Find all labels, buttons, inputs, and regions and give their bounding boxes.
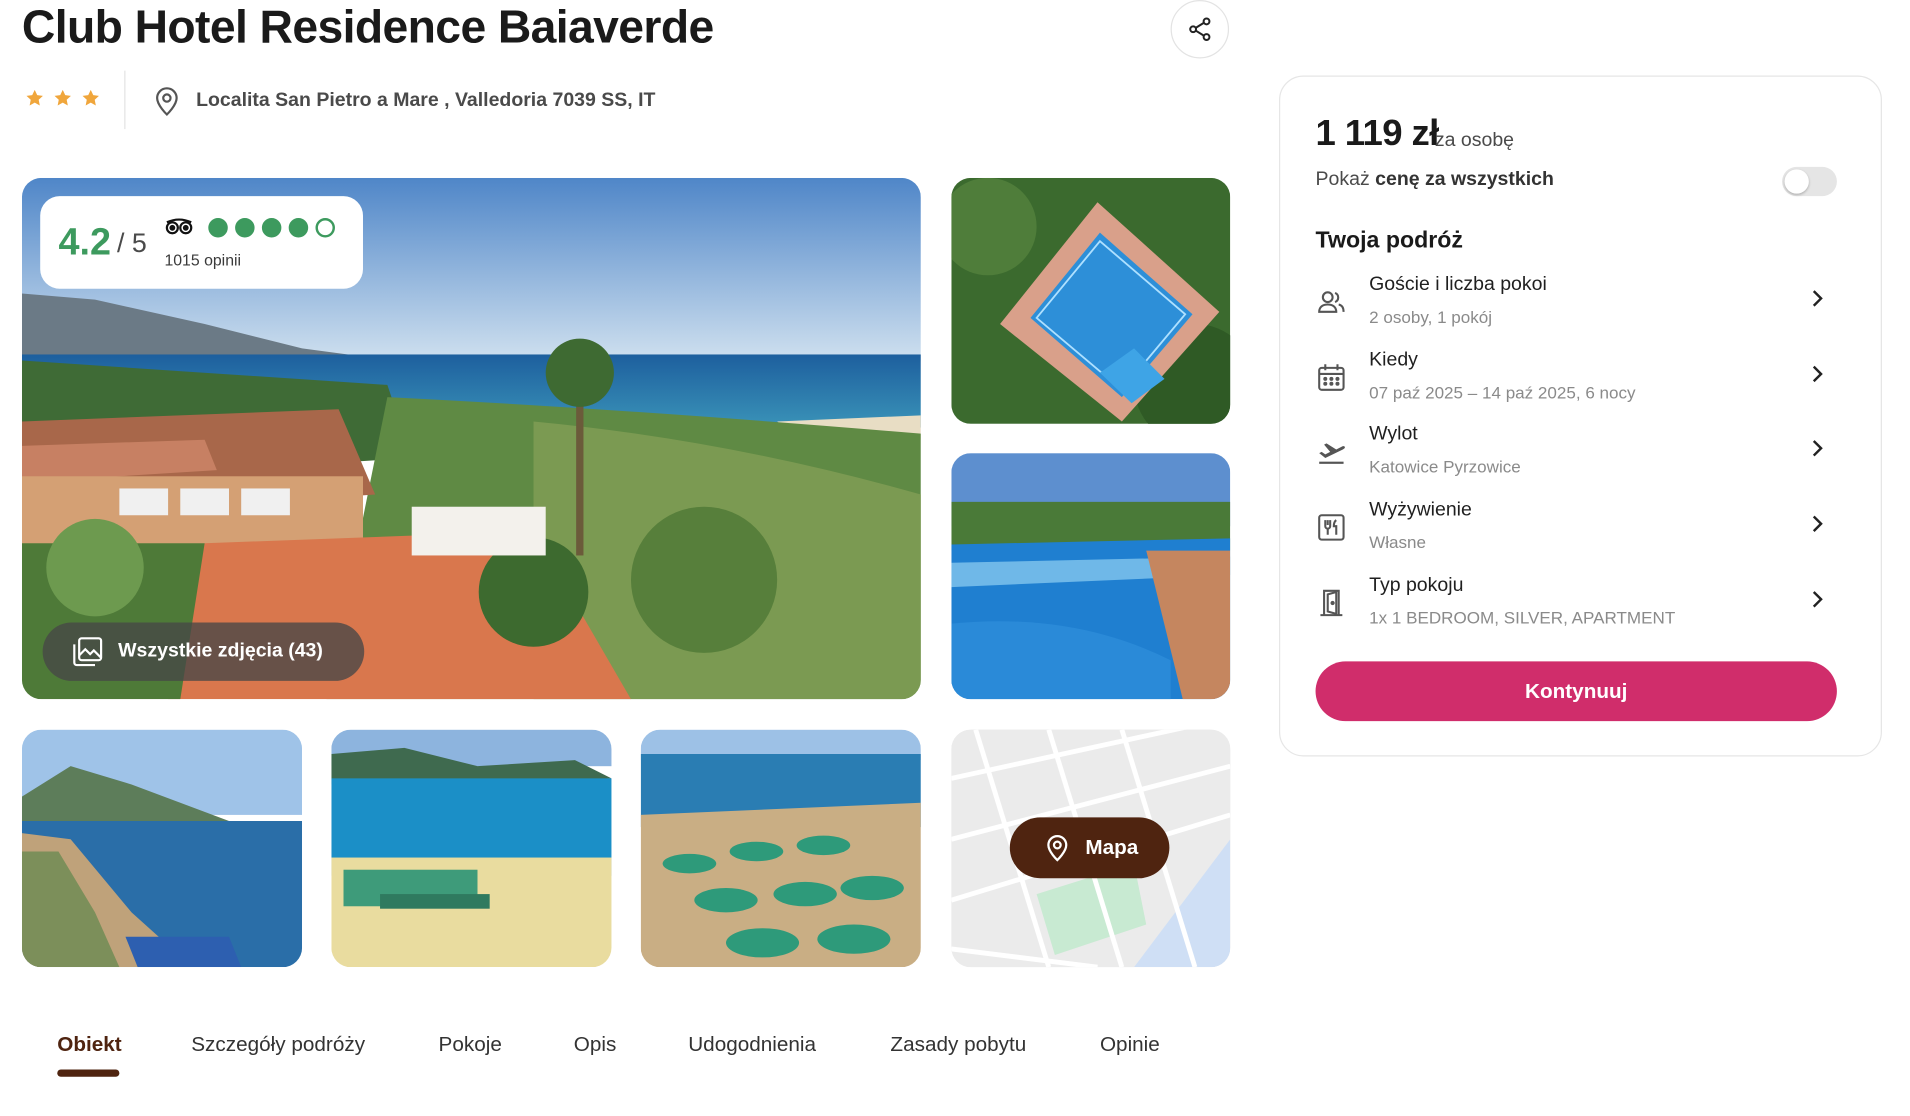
trip-item-room-type[interactable]: Typ pokoju 1x 1 BEDROOM, SILVER, APARTME… (1316, 575, 1840, 643)
continue-label: Kontynuuj (1525, 679, 1628, 703)
price-toggle-label: Pokaż cenę za wszystkich (1316, 169, 1554, 191)
chevron-right-icon (1812, 365, 1823, 383)
trip-item-dates[interactable]: Kiedy 07 paź 2025 – 14 paź 2025, 6 nocy (1316, 350, 1840, 418)
rating-bubble-empty (315, 218, 335, 238)
hotel-location: Localita San Pietro a Mare , Valledoria … (152, 85, 655, 117)
rating-bubble-filled (288, 218, 309, 238)
calendar-icon (1318, 364, 1345, 391)
gallery-photo[interactable] (640, 729, 921, 968)
trip-item-value: Katowice Pyrzowice (1369, 456, 1521, 477)
share-icon (1189, 17, 1211, 41)
tab-obiekt[interactable]: Obiekt (57, 1033, 121, 1057)
map-label: Mapa (1085, 835, 1139, 859)
trip-heading: Twoja podróż (1315, 227, 1463, 254)
header-divider (124, 70, 126, 130)
price-for-all-toggle[interactable] (1782, 166, 1837, 197)
trip-item-label: Wylot (1369, 423, 1418, 445)
all-photos-label: Wszystkie zdjęcia (43) (118, 640, 323, 662)
tab-opis[interactable]: Opis (574, 1033, 617, 1057)
active-tab-indicator (57, 1069, 120, 1077)
gallery-photo[interactable] (21, 729, 303, 968)
review-count: 1015 opinii (164, 250, 242, 270)
tab-zasady-pobytu[interactable]: Zasady pobytu (890, 1033, 1026, 1057)
plane-departure-icon (1319, 443, 1345, 464)
gallery-photo[interactable] (951, 453, 1231, 700)
tab-udogodnienia[interactable]: Udogodnienia (688, 1033, 816, 1057)
trip-item-label: Goście i liczba pokoi (1369, 274, 1547, 295)
rating-bubble-filled (235, 218, 255, 238)
tab-szczegoly-podrozy[interactable]: Szczegóły podróży (191, 1033, 365, 1057)
trip-item-departure[interactable]: Wylot Katowice Pyrzowice (1316, 424, 1840, 492)
location-pin-icon (1047, 834, 1068, 862)
gallery-photo[interactable] (951, 177, 1231, 424)
location-text: Localita San Pietro a Mare , Valledoria … (196, 90, 656, 111)
rating-bubbles (208, 218, 335, 238)
rating-bubble-filled (208, 218, 228, 238)
trip-item-label: Typ pokoju (1369, 574, 1464, 596)
map-button[interactable]: Mapa (1009, 817, 1170, 879)
rating-bubble-filled (261, 218, 282, 238)
trip-item-value: 07 paź 2025 – 14 paź 2025, 6 nocy (1369, 382, 1636, 402)
hotel-title: Club Hotel Residence Baiaverde (21, 2, 714, 54)
trip-item-value: 1x 1 BEDROOM, SILVER, APARTMENT (1369, 607, 1676, 628)
star-icon (82, 89, 99, 106)
chevron-right-icon (1812, 440, 1823, 457)
tripadvisor-icon (165, 218, 193, 235)
trip-item-board[interactable]: Wyżywienie Własne (1316, 499, 1840, 567)
price-suffix: za osobę (1434, 130, 1515, 152)
trip-item-value: 2 osoby, 1 pokój (1369, 306, 1493, 327)
tab-pokoje[interactable]: Pokoje (439, 1033, 502, 1057)
trip-item-value: Własne (1369, 532, 1427, 552)
rating-card[interactable]: 4.2 / 5 1015 opinii (40, 196, 363, 289)
tab-opinie[interactable]: Opinie (1100, 1033, 1160, 1057)
door-icon (1320, 589, 1343, 617)
toggle-label-prefix: Pokaż (1315, 169, 1376, 191)
all-photos-button[interactable]: Wszystkie zdjęcia (43) (42, 622, 365, 681)
price: 1 119 zł (1315, 113, 1440, 154)
chevron-right-icon (1812, 515, 1823, 532)
gallery-photo[interactable] (331, 729, 612, 968)
star-icon (26, 89, 43, 106)
location-pin-icon (156, 87, 178, 117)
rating-value: 4.2 (58, 220, 111, 264)
star-icon (54, 89, 71, 106)
menu-board-icon (1318, 514, 1345, 541)
page: Club Hotel Residence Baiaverde Localita … (0, 0, 1910, 1116)
continue-button[interactable]: Kontynuuj (1315, 661, 1837, 722)
booking-card: 1 119 zł za osobę Pokaż cenę za wszystki… (1279, 75, 1882, 757)
guests-icon (1318, 291, 1345, 313)
gallery-icon (73, 637, 103, 667)
share-button[interactable] (1170, 0, 1230, 59)
section-tabs: Obiekt Szczegóły podróży Pokoje Opis Udo… (0, 1021, 1230, 1082)
trip-item-guests[interactable]: Goście i liczba pokoi 2 osoby, 1 pokój (1316, 274, 1840, 342)
chevron-right-icon (1812, 290, 1823, 307)
chevron-right-icon (1812, 591, 1823, 608)
trip-item-label: Wyżywienie (1369, 499, 1472, 521)
toggle-label-bold: cenę za wszystkich (1375, 169, 1554, 191)
hotel-stars (24, 88, 101, 109)
trip-item-label: Kiedy (1369, 349, 1418, 371)
rating-max: / 5 (116, 227, 147, 259)
